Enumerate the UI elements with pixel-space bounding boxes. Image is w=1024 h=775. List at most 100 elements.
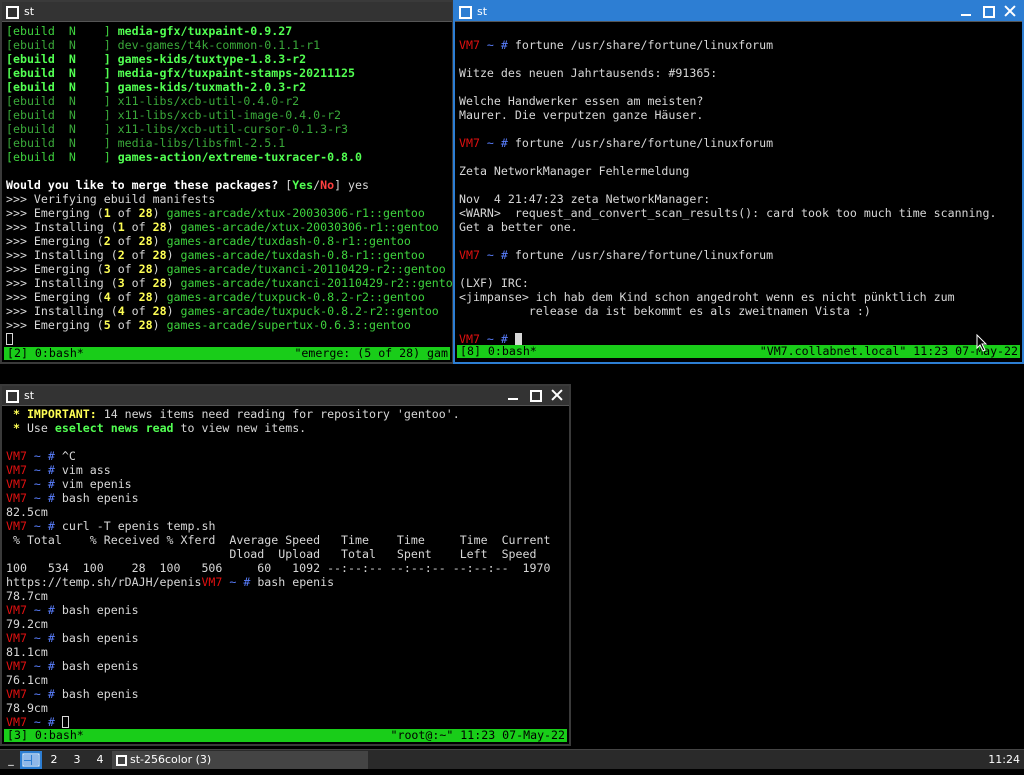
close-button[interactable] xyxy=(1002,3,1018,19)
tmux-status-bar: [2] 0:bash* "emerge: (5 of 28) gam xyxy=(4,347,450,360)
terminal-line: >>> Installing (1 of 28) games-arcade/xt… xyxy=(6,220,450,234)
terminal-window-emerge[interactable]: st [ebuild N ] media-gfx/tuxpaint-0.9.27… xyxy=(0,0,454,364)
terminal-line: (LXF) IRC: xyxy=(459,276,1020,290)
terminal-text: of xyxy=(110,290,139,304)
terminal-line: 76.1cm xyxy=(6,673,567,687)
terminal-text: curl -T epenis temp.sh xyxy=(61,519,216,533)
terminal-text: Would you like to merge these packages? xyxy=(6,178,286,192)
terminal-text: fortune /usr/share/fortune/linuxforum xyxy=(514,248,774,262)
window-titlebar[interactable]: st xyxy=(455,2,1022,22)
terminal-text: ) xyxy=(152,262,167,276)
terminal-text: ~ # xyxy=(26,659,62,673)
terminal-line: VM7 ~ # bash epenis xyxy=(6,687,567,701)
terminal-text: Get a better one. xyxy=(459,220,578,234)
terminal-text: 28 xyxy=(138,206,153,220)
workspace-4[interactable]: 4 xyxy=(89,751,111,769)
workspace-3[interactable]: 3 xyxy=(66,751,88,769)
terminal-text: Maurer. Die verputzen ganze Häuser. xyxy=(459,108,704,122)
window-title: st xyxy=(24,5,35,18)
terminal-output[interactable]: [ebuild N ] media-gfx/tuxpaint-0.9.27 [eb… xyxy=(6,24,452,346)
terminal-text: ~ # xyxy=(26,477,62,491)
terminal-text: vim ass xyxy=(61,463,111,477)
terminal-text: >>> Emerging ( xyxy=(6,262,104,276)
taskbar-task-st[interactable]: st-256color (3) xyxy=(112,751,368,769)
terminal-output[interactable]: * IMPORTANT: 14 news items need reading … xyxy=(6,407,567,729)
terminal-text: ~ # xyxy=(26,463,62,477)
workspace-1-icon[interactable] xyxy=(20,751,42,769)
terminal-text: VM7 xyxy=(6,491,27,505)
maximize-button[interactable] xyxy=(527,387,543,403)
terminal-text: ) xyxy=(166,220,181,234)
tmux-window-list: [8] 0:bash* xyxy=(460,344,537,358)
terminal-line: [ebuild N ] games-action/extreme-tuxrace… xyxy=(6,150,450,164)
window-titlebar[interactable]: st xyxy=(2,386,569,406)
terminal-text: fortune /usr/share/fortune/linuxforum xyxy=(514,38,774,52)
terminal-text: * IMPORTANT: xyxy=(6,407,97,421)
terminal-text: bash epenis xyxy=(61,687,139,701)
terminal-text: ) xyxy=(166,248,181,262)
terminal-line: >>> Emerging (1 of 28) games-arcade/xtux… xyxy=(6,206,450,220)
terminal-line: >>> Emerging (2 of 28) games-arcade/tuxd… xyxy=(6,234,450,248)
terminal-line: % Total % Received % Xferd Average Speed… xyxy=(6,533,567,547)
terminal-text: of xyxy=(110,318,139,332)
terminal-text: [ebuild N ] x11-libs/xcb-util-cursor-0.1… xyxy=(6,122,349,136)
close-button[interactable] xyxy=(549,387,565,403)
terminal-text: <WARN> request_and_convert_scan_results(… xyxy=(459,206,997,220)
terminal-line: Get a better one. xyxy=(459,220,1020,234)
terminal-text: bash epenis xyxy=(61,631,139,645)
terminal-line: Zeta NetworkManager Fehlermeldung xyxy=(459,164,1020,178)
terminal-text: Dload Upload Total Spent Left Speed xyxy=(6,547,537,561)
terminal-line: 100 534 100 28 100 506 60 1092 --:--:-- … xyxy=(6,561,567,575)
window-titlebar[interactable]: st xyxy=(2,2,452,22)
terminal-line: Dload Upload Total Spent Left Speed xyxy=(6,547,567,561)
terminal-output[interactable]: VM7 ~ # fortune /usr/share/fortune/linux… xyxy=(459,24,1020,346)
terminal-text: 28 xyxy=(138,290,153,304)
terminal-window-fortune[interactable]: st VM7 ~ # fortune /usr/share/fortune/li… xyxy=(453,0,1024,364)
terminal-text: Zeta NetworkManager Fehlermeldung xyxy=(459,164,690,178)
terminal-text: games-arcade/tuxpuck-0.8.2-r2::gentoo xyxy=(180,304,439,318)
terminal-line: [ebuild N ] games-kids/tuxtype-1.8.3-r2 xyxy=(6,52,450,66)
terminal-text: VM7 xyxy=(6,603,27,617)
terminal-text: [ebuild N ] xyxy=(6,150,118,164)
terminal-line: [ebuild N ] x11-libs/xcb-util-cursor-0.1… xyxy=(6,122,450,136)
workspace-2[interactable]: 2 xyxy=(43,751,65,769)
clock: 11:24 xyxy=(988,753,1020,766)
terminal-line: * Use eselect news read to view new item… xyxy=(6,421,567,435)
terminal-text: eselect news read xyxy=(54,421,174,435)
terminal-text: >>> Installing ( xyxy=(6,220,118,234)
window-title: st xyxy=(477,5,488,18)
terminal-line: [ebuild N ] media-gfx/tuxpaint-0.9.27 xyxy=(6,24,450,38)
menu-button[interactable]: _ xyxy=(2,751,20,769)
window-icon xyxy=(459,6,472,19)
minimize-button[interactable] xyxy=(958,3,974,19)
terminal-text: ~ # xyxy=(479,248,515,262)
terminal-text: VM7 xyxy=(6,449,27,463)
terminal-text: ~ # xyxy=(26,603,62,617)
terminal-line: Welche Handwerker essen am meisten? xyxy=(459,94,1020,108)
minimize-button[interactable] xyxy=(505,387,521,403)
tmux-status-bar: [8] 0:bash* "VM7.collabnet.local" 11:23 … xyxy=(457,345,1020,358)
tmux-window-list: [2] 0:bash* xyxy=(7,346,84,360)
mouse-pointer-icon xyxy=(976,334,988,352)
maximize-button[interactable] xyxy=(980,3,996,19)
terminal-text: ) xyxy=(152,206,167,220)
terminal-text: bash epenis xyxy=(61,491,139,505)
terminal-text: 3 xyxy=(103,262,111,276)
terminal-text: >>> Installing ( xyxy=(6,304,118,318)
terminal-line xyxy=(6,332,450,346)
terminal-text: 28 xyxy=(152,220,167,234)
terminal-text: [ebuild N ] x11-libs/xcb-util-0.4.0-r2 xyxy=(6,94,300,108)
terminal-text: VM7 xyxy=(459,136,480,150)
terminal-text: of xyxy=(124,248,153,262)
terminal-text: >>> Installing ( xyxy=(6,248,118,262)
terminal-text: ) xyxy=(152,318,167,332)
terminal-text: Yes xyxy=(292,178,314,192)
terminal-text: % Total % Received % Xferd Average Speed… xyxy=(6,533,551,547)
terminal-line: [ebuild N ] x11-libs/xcb-util-0.4.0-r2 xyxy=(6,94,450,108)
terminal-window-bash[interactable]: st * IMPORTANT: 14 news items need readi… xyxy=(0,384,571,746)
workspace-grid-icon xyxy=(22,753,40,767)
